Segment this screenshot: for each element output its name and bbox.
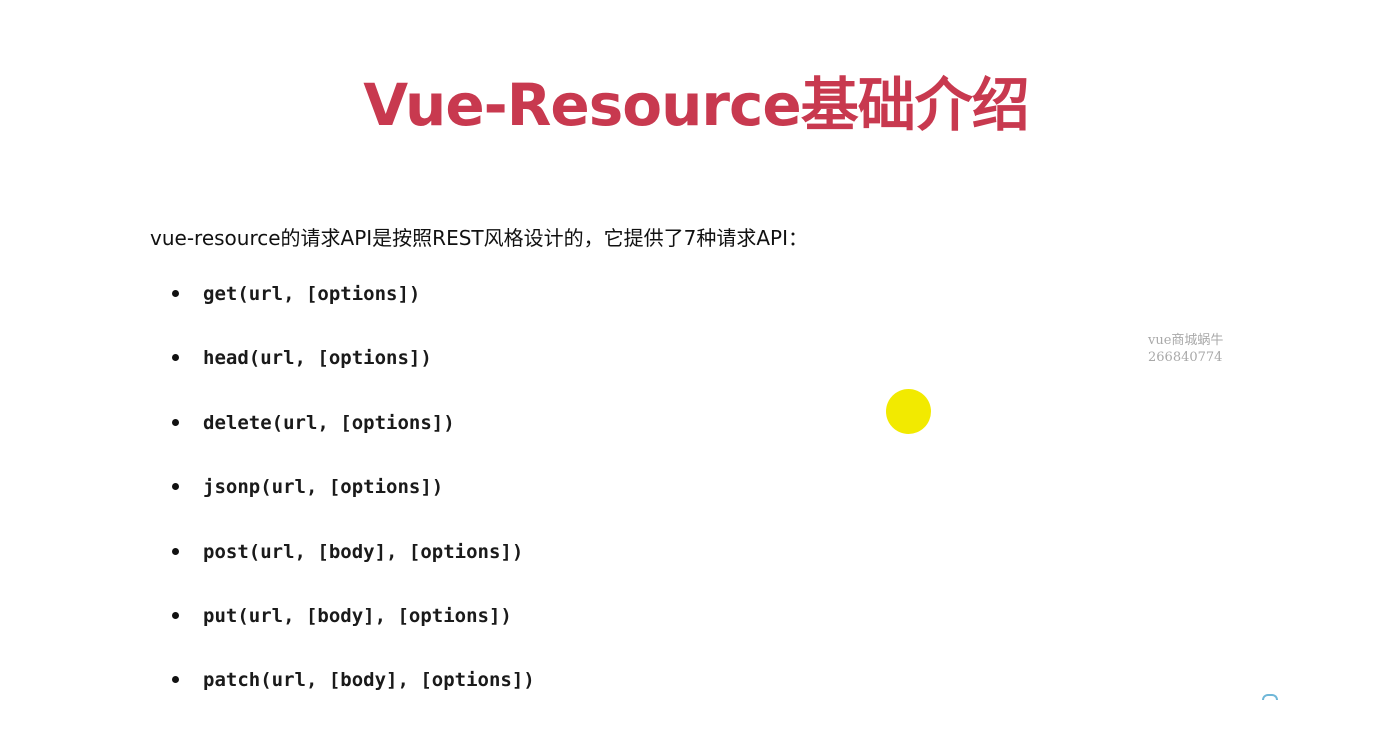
slide: Vue-Resource基础介绍 vue-resource的请求API是按照RE… (0, 0, 1392, 700)
api-signature: head(url, [options]) (203, 347, 432, 370)
list-item: delete(url, [options]) (172, 409, 535, 473)
bullet-icon (172, 418, 179, 426)
bullet-icon (172, 676, 179, 684)
cursor-highlight-icon (886, 389, 931, 434)
corner-logo-icon (1262, 694, 1278, 700)
api-signature: delete(url, [options]) (203, 411, 455, 434)
watermark-line-2: 266840774 (1148, 350, 1223, 365)
api-list: get(url, [options]) head(url, [options])… (172, 280, 535, 731)
bullet-icon (172, 354, 179, 362)
api-signature: jsonp(url, [options]) (203, 476, 444, 499)
api-signature: patch(url, [body], [options]) (203, 669, 535, 692)
api-signature: put(url, [body], [options]) (203, 604, 512, 627)
list-item: post(url, [body], [options]) (172, 538, 535, 602)
api-signature: get(url, [options]) (203, 283, 421, 305)
bullet-icon (172, 290, 179, 297)
watermark: vue商城蜗牛 266840774 (1148, 332, 1223, 366)
list-item: patch(url, [body], [options]) (172, 666, 535, 730)
watermark-line-1: vue商城蜗牛 (1148, 333, 1224, 348)
list-item: jsonp(url, [options]) (172, 473, 535, 537)
list-item: put(url, [body], [options]) (172, 602, 535, 666)
bullet-icon (172, 547, 179, 555)
api-signature: post(url, [body], [options]) (203, 540, 524, 563)
list-item: get(url, [options]) (172, 280, 535, 344)
intro-text: vue-resource的请求API是按照REST风格设计的，它提供了7种请求A… (150, 226, 808, 250)
bullet-icon (172, 483, 179, 491)
list-item: head(url, [options]) (172, 344, 535, 408)
bullet-icon (172, 611, 179, 619)
slide-title: Vue-Resource基础介绍 (363, 71, 1030, 139)
